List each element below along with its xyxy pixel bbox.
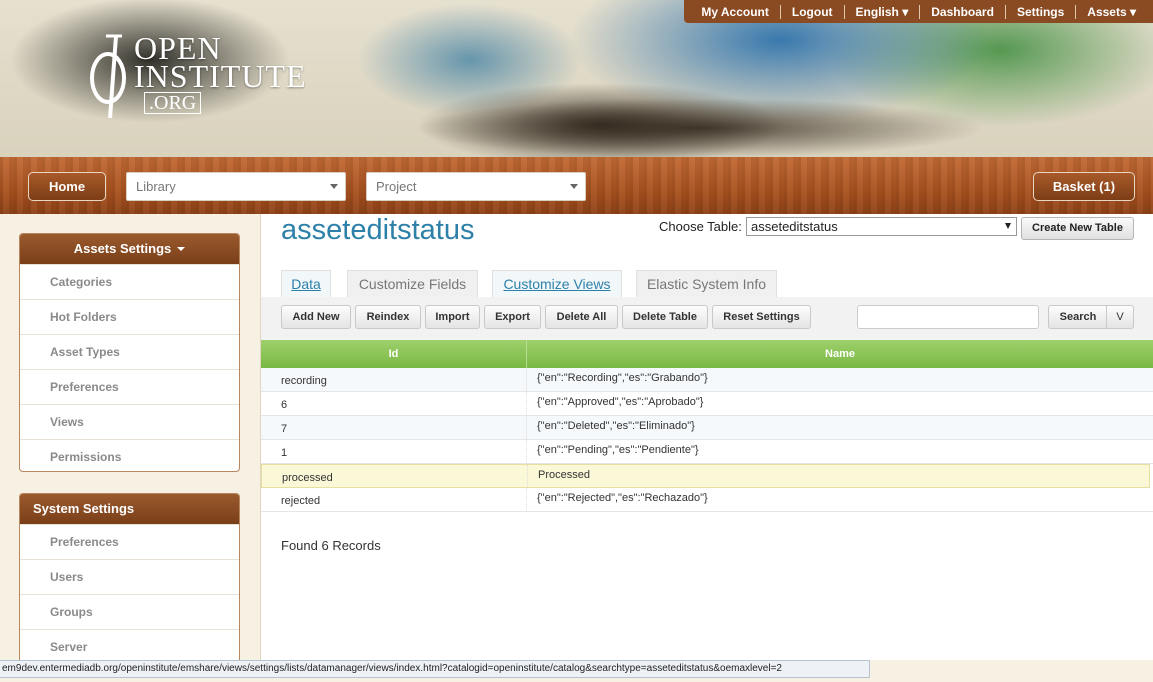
chevron-down-icon <box>570 184 578 189</box>
sidebar-item-preferences[interactable]: Preferences <box>20 369 239 404</box>
export-button[interactable]: Export <box>484 305 541 329</box>
sidebar-item-asset-types[interactable]: Asset Types <box>20 334 239 369</box>
table-row[interactable]: 7 {"en":"Deleted","es":"Eliminado"} <box>261 416 1153 440</box>
dropdown-arrow-icon <box>1005 223 1011 229</box>
topnav-my-account[interactable]: My Account <box>690 4 781 19</box>
sidebar-item-server[interactable]: Server <box>20 629 239 664</box>
tab-data[interactable]: Data <box>281 270 331 297</box>
column-header-id[interactable]: Id <box>261 340 527 368</box>
site-header: OPEN INSTITUTE .ORG My Account Logout En… <box>0 0 1153 157</box>
tab-elastic-system-info[interactable]: Elastic System Info <box>636 270 777 297</box>
cell-id: recording <box>261 368 527 391</box>
assets-settings-panel: Assets Settings Categories Hot Folders A… <box>19 233 240 472</box>
settings-sidebar: Assets Settings Categories Hot Folders A… <box>0 214 261 673</box>
system-settings-panel: System Settings Preferences Users Groups… <box>19 493 240 673</box>
cell-id: 7 <box>261 416 527 439</box>
table-row-highlighted[interactable]: processed Processed <box>261 464 1150 488</box>
cell-name: {"en":"Deleted","es":"Eliminado"} <box>537 420 695 432</box>
topnav-settings[interactable]: Settings <box>1006 4 1077 19</box>
search-button[interactable]: Search <box>1048 305 1107 329</box>
cell-id: 1 <box>261 440 527 463</box>
search-input[interactable] <box>857 305 1039 329</box>
table-body: recording {"en":"Recording","es":"Graban… <box>261 368 1153 512</box>
data-toolbar: Add New Reindex Import Export Delete All… <box>261 297 1153 340</box>
search-options-toggle[interactable]: V <box>1106 305 1134 329</box>
assets-settings-title: Assets Settings <box>73 241 172 256</box>
delete-all-button[interactable]: Delete All <box>545 305 618 329</box>
data-table: Id Name recording {"en":"Recording","es"… <box>261 340 1153 512</box>
topnav-dashboard[interactable]: Dashboard <box>920 4 1006 19</box>
library-select[interactable]: Library <box>126 172 346 201</box>
page-title: asseteditstatus <box>281 214 475 246</box>
cell-name: {"en":"Recording","es":"Grabando"} <box>537 372 708 384</box>
table-row[interactable]: recording {"en":"Recording","es":"Graban… <box>261 368 1153 392</box>
library-select-placeholder: Library <box>136 179 176 194</box>
table-row[interactable]: 1 {"en":"Pending","es":"Pendiente"} <box>261 440 1153 464</box>
sidebar-item-hot-folders[interactable]: Hot Folders <box>20 299 239 334</box>
cell-name: {"en":"Approved","es":"Aprobado"} <box>537 396 704 408</box>
table-row[interactable]: rejected {"en":"Rejected","es":"Rechazad… <box>261 488 1153 512</box>
cell-id: rejected <box>261 488 527 511</box>
system-settings-header[interactable]: System Settings <box>20 494 239 524</box>
create-new-table-button[interactable]: Create New Table <box>1021 217 1134 240</box>
project-select[interactable]: Project <box>366 172 586 201</box>
tab-customize-fields[interactable]: Customize Fields <box>347 270 478 297</box>
assets-settings-header[interactable]: Assets Settings <box>20 234 239 264</box>
column-header-name[interactable]: Name <box>527 340 1153 368</box>
table-row[interactable]: 6 {"en":"Approved","es":"Aprobado"} <box>261 392 1153 416</box>
project-select-placeholder: Project <box>376 179 417 194</box>
delete-table-button[interactable]: Delete Table <box>622 305 708 329</box>
basket-button[interactable]: Basket (1) <box>1033 172 1135 201</box>
sidebar-item-system-preferences[interactable]: Preferences <box>20 524 239 559</box>
main-content: asseteditstatus Choose Table: assetedits… <box>261 214 1153 660</box>
sidebar-item-users[interactable]: Users <box>20 559 239 594</box>
topnav-language[interactable]: English ▾ <box>845 4 921 19</box>
table-header: Id Name <box>261 340 1153 368</box>
reindex-button[interactable]: Reindex <box>355 305 421 329</box>
add-new-button[interactable]: Add New <box>281 305 351 329</box>
home-button[interactable]: Home <box>28 172 106 201</box>
sidebar-item-groups[interactable]: Groups <box>20 594 239 629</box>
choose-table-value: asseteditstatus <box>751 219 838 234</box>
cell-id: processed <box>262 465 528 487</box>
open-institute-logo[interactable]: OPEN INSTITUTE .ORG <box>88 30 318 125</box>
cell-name: {"en":"Rejected","es":"Rechazado"} <box>537 492 708 504</box>
import-button[interactable]: Import <box>425 305 480 329</box>
logo-text-institute: INSTITUTE <box>134 58 307 94</box>
sidebar-item-views[interactable]: Views <box>20 404 239 439</box>
choose-table-label: Choose Table: <box>659 219 742 234</box>
tab-customize-views[interactable]: Customize Views <box>492 270 622 297</box>
top-navigation: My Account Logout English ▾ Dashboard Se… <box>684 0 1153 23</box>
record-count: Found 6 Records <box>281 538 381 553</box>
chevron-down-icon <box>330 184 338 189</box>
topnav-assets[interactable]: Assets ▾ <box>1076 5 1147 19</box>
cell-name: Processed <box>538 469 590 481</box>
sidebar-item-categories[interactable]: Categories <box>20 264 239 299</box>
cell-name: {"en":"Pending","es":"Pendiente"} <box>537 444 699 456</box>
sidebar-item-permissions[interactable]: Permissions <box>20 439 239 471</box>
logo-text-org: .ORG <box>144 92 202 114</box>
browser-status-bar: em9dev.entermediadb.org/openinstitute/em… <box>0 660 870 678</box>
reset-settings-button[interactable]: Reset Settings <box>712 305 811 329</box>
choose-table-select[interactable]: asseteditstatus <box>746 217 1017 236</box>
chevron-down-icon <box>177 247 186 251</box>
cell-id: 6 <box>261 392 527 415</box>
logo-mark-icon <box>90 34 126 119</box>
topnav-logout[interactable]: Logout <box>781 4 845 19</box>
